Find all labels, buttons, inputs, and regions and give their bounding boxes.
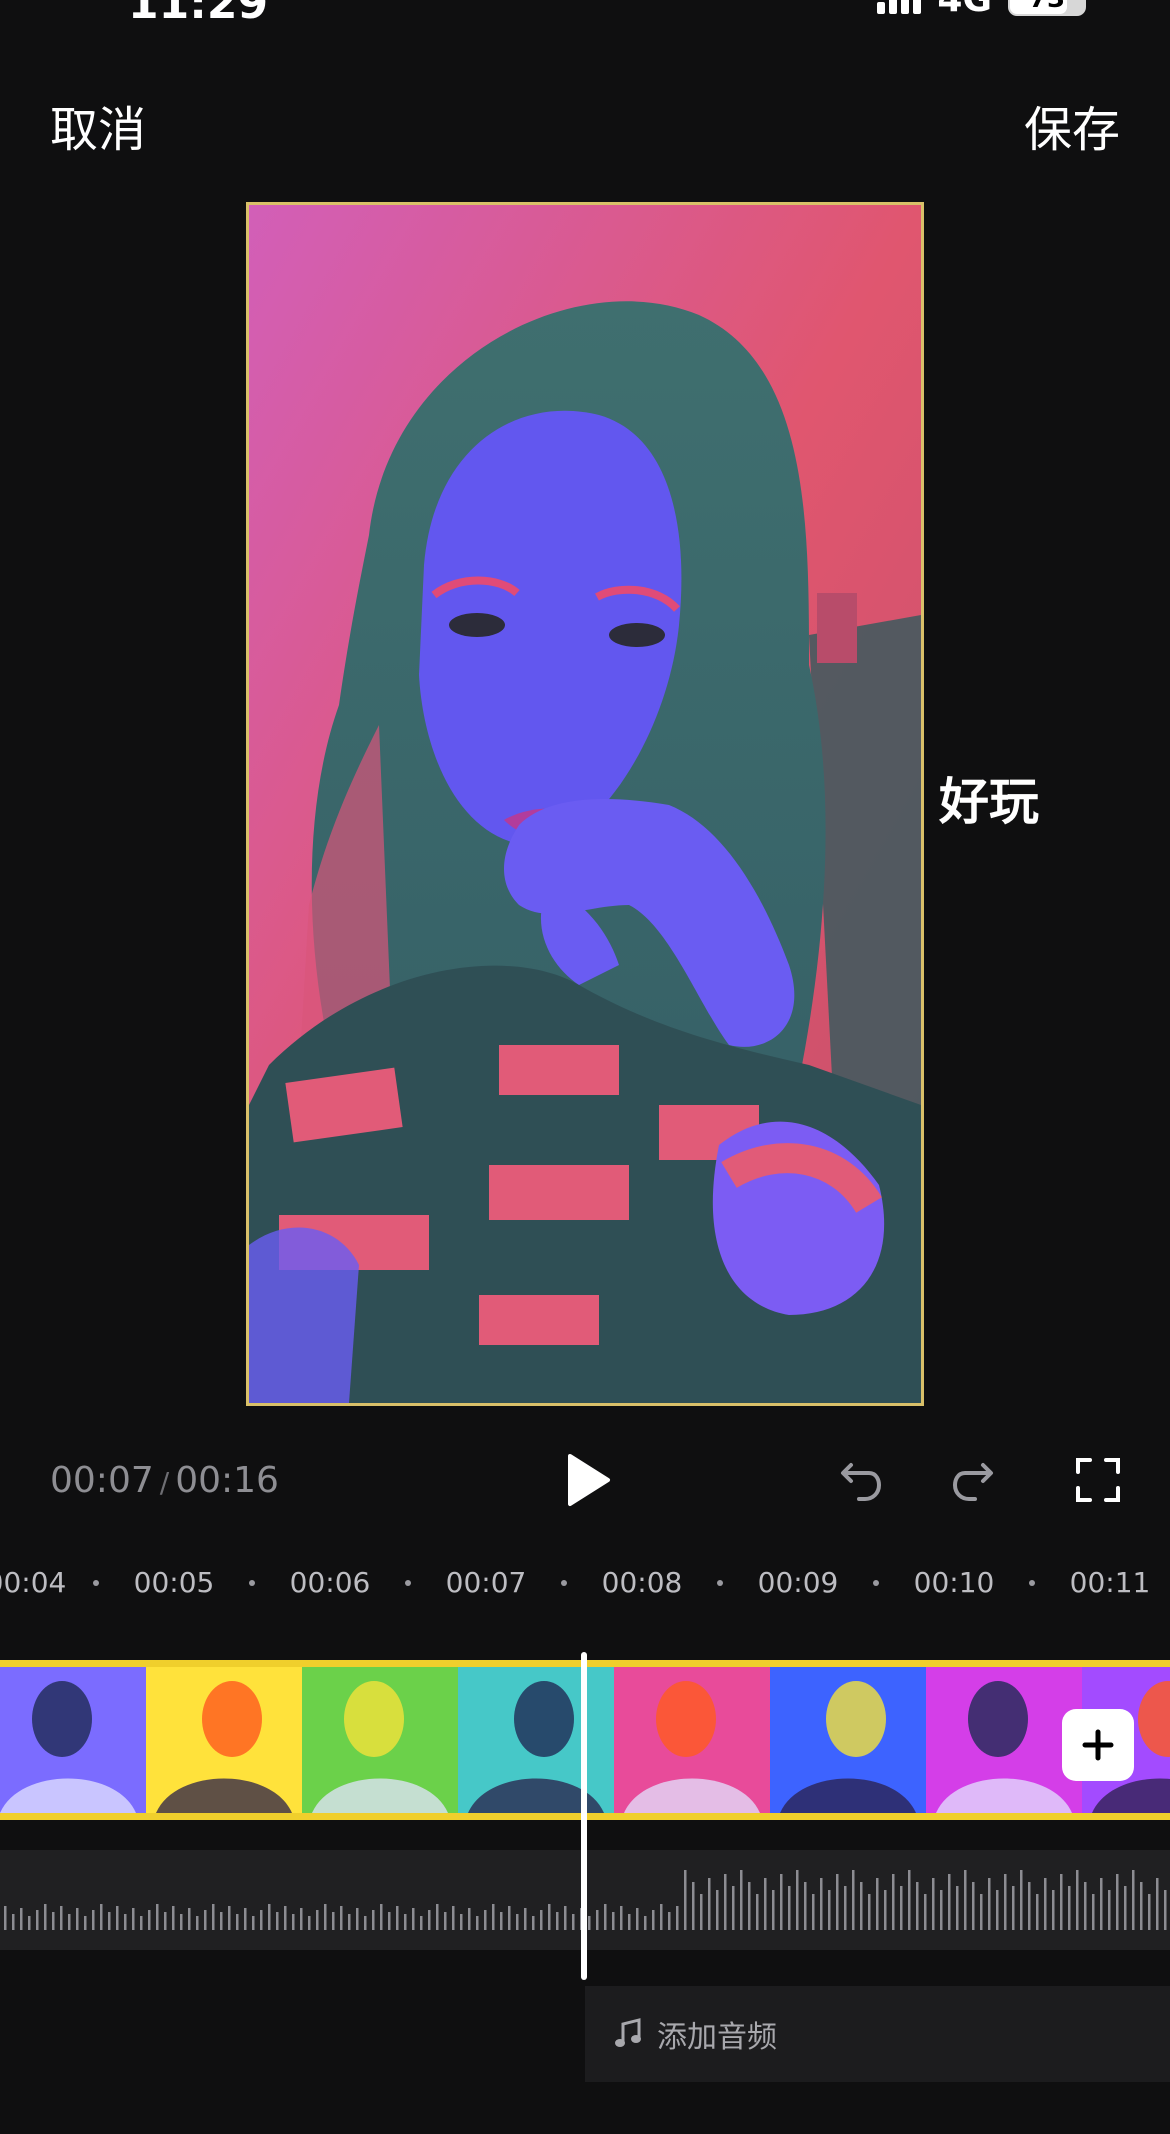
undo-icon — [841, 1463, 882, 1501]
clip-thumbnail — [770, 1667, 926, 1813]
clip-thumbnail — [302, 1667, 458, 1813]
ruler-label: 00:10 — [913, 1566, 995, 1599]
clip-thumbnail — [0, 1667, 146, 1813]
add-clip-button[interactable] — [1062, 1709, 1134, 1781]
cancel-button[interactable]: 取消 — [50, 90, 146, 160]
play-button[interactable] — [560, 1452, 616, 1508]
total-time: 00:16 — [175, 1460, 279, 1501]
ruler-label: 00:08 — [601, 1566, 683, 1599]
play-icon — [568, 1454, 610, 1506]
clip-thumbnail — [458, 1667, 614, 1813]
time-separator: / — [159, 1466, 170, 1499]
overlay-text[interactable]: 好玩 — [939, 762, 1039, 834]
ruler-label: 00:04 — [0, 1566, 67, 1599]
ruler-label: 00:05 — [133, 1566, 215, 1599]
fullscreen-button[interactable] — [1070, 1452, 1126, 1508]
video-preview[interactable] — [246, 202, 924, 1406]
ruler-label: 00:09 — [757, 1566, 839, 1599]
ruler-label: 00:11 — [1069, 1566, 1151, 1599]
current-time: 00:07 — [50, 1460, 154, 1501]
time-ruler[interactable]: 00:04 00:05 00:06 00:07 00:08 00:09 00:1… — [0, 1566, 1170, 1606]
playhead[interactable] — [581, 1652, 587, 1980]
add-clip-icon — [1082, 1729, 1114, 1761]
clip-thumbnail — [926, 1667, 1082, 1813]
battery-level: 73 — [1029, 0, 1065, 14]
clip-thumbnail — [146, 1667, 302, 1813]
status-time: 11:29 — [128, 0, 269, 29]
music-note-icon — [615, 2018, 641, 2047]
add-audio-label: 添加音频 — [657, 2020, 777, 2055]
battery-icon: 73 — [1008, 0, 1086, 16]
status-indicators: 4G 73 — [877, 0, 1086, 20]
fullscreen-icon — [1076, 1458, 1120, 1502]
save-button[interactable]: 保存 — [1024, 90, 1120, 160]
timecode: 00:07/00:16 — [50, 1460, 279, 1501]
redo-icon — [952, 1463, 993, 1501]
signal-icon — [877, 0, 922, 14]
ruler-label: 00:07 — [445, 1566, 527, 1599]
network-label: 4G — [937, 0, 992, 20]
video-frame-image — [249, 205, 921, 1403]
undo-button[interactable] — [830, 1452, 886, 1508]
redo-button[interactable] — [948, 1452, 1004, 1508]
add-audio-button[interactable]: 添加音频 — [585, 1986, 1170, 2082]
clip-thumbnail — [614, 1667, 770, 1813]
ruler-label: 00:06 — [289, 1566, 371, 1599]
